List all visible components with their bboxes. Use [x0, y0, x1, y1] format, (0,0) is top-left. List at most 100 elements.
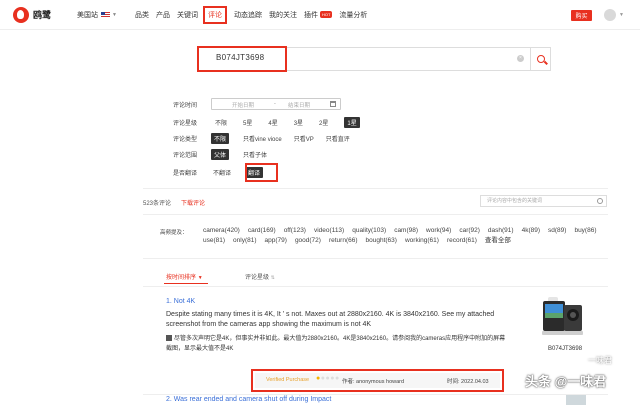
keyword-chip[interactable]: only(81) [233, 236, 256, 245]
divider [143, 188, 608, 189]
review-title[interactable]: 2. Was rear ended and camera shut off du… [166, 396, 331, 403]
filter-time-row: 评论时间 [173, 98, 205, 110]
top-nav-bar: 鸥鹭 美国站 ▼ 品类 产品 关键词 评论 动态追踪 我的关注 插件 HOT 流… [0, 0, 640, 30]
star-option-3[interactable]: 3星 [294, 118, 303, 127]
type-option-vp[interactable]: 只看VP [294, 134, 314, 143]
keyword-chip[interactable]: 4k(89) [522, 226, 540, 235]
site-label: 美国站 [77, 11, 98, 19]
divider [143, 214, 608, 215]
flip-option-none[interactable]: 不翻译 [213, 168, 231, 177]
star-option-1[interactable]: 1星 [344, 116, 360, 128]
product-image[interactable] [540, 295, 585, 337]
nav-keyword[interactable]: 关键词 [177, 10, 198, 20]
translate-icon [166, 335, 172, 341]
nav-product[interactable]: 产品 [156, 10, 170, 20]
type-option-direct[interactable]: 只看直评 [326, 134, 350, 143]
filter-type-label: 评论类型 [173, 136, 198, 143]
keyword-chip[interactable]: video(113) [314, 226, 344, 235]
keyword-chip[interactable]: quality(103) [352, 226, 386, 235]
buy-button[interactable]: 购买 [571, 10, 592, 21]
nav-plugin[interactable]: 插件 HOT [303, 10, 333, 20]
chevron-down-icon[interactable]: ▼ [619, 12, 624, 18]
download-link[interactable]: 下载评论 [181, 198, 205, 207]
translate-highlight-box [245, 163, 278, 182]
view-all-keywords-link[interactable]: 查看全部 [485, 236, 511, 245]
filter-range-row: 评论范围 父体 只看子体 [173, 148, 283, 160]
nav-following[interactable]: 我的关注 [269, 10, 297, 20]
search-icon[interactable] [597, 198, 603, 204]
filter-time-label: 评论时间 [173, 102, 198, 109]
review-body: Despite stating many times it is 4K, It … [166, 311, 495, 328]
search-input[interactable]: B074JT3698 [216, 53, 264, 62]
keyword-chip[interactable]: cam(98) [394, 226, 418, 235]
keyword-chip[interactable]: car(92) [459, 226, 480, 235]
keyword-chip[interactable]: work(94) [426, 226, 451, 235]
keyword-chip[interactable]: use(81) [203, 236, 225, 245]
star-option-4[interactable]: 4星 [268, 118, 277, 127]
filter-flip-label: 是否翻译 [173, 170, 198, 177]
review-title[interactable]: 1. Not 4K [166, 298, 195, 305]
main-nav: 品类 产品 关键词 评论 动态追踪 我的关注 插件 HOT 流量分析 [135, 5, 374, 24]
hot-badge: HOT [319, 11, 333, 18]
star-option-5[interactable]: 5星 [243, 118, 252, 127]
filter-star-row: 评论星级 不限 5星 4星 3星 2星 1星 [173, 116, 374, 128]
date-separator: - [274, 101, 276, 107]
divider [143, 258, 608, 259]
keyword-chip[interactable]: card(169) [248, 226, 276, 235]
clear-icon[interactable]: × [517, 55, 524, 62]
sort-by-star-label: 评论星级 [245, 275, 270, 281]
filter-star-label: 评论星级 [173, 120, 198, 127]
date-range-picker[interactable]: 开始日期 - 结束日期 [211, 98, 341, 110]
review-translation: 尽管多次声明它是4K，但事实并非如此。最大值为2880x2160。4K是3840… [166, 334, 511, 354]
brand-name: 鸥鹭 [33, 10, 52, 20]
star-option-any[interactable]: 不限 [215, 118, 227, 127]
filter-type-row: 评论类型 不限 只看vine vioce 只看VP 只看直评 [173, 132, 366, 144]
nav-plugin-label: 插件 [303, 11, 318, 19]
site-selector[interactable]: 美国站 ▼ [77, 10, 117, 20]
keyword-chip[interactable]: working(61) [405, 236, 439, 245]
keyword-label: 高频提及： [160, 230, 188, 236]
watermark: 头条 @一味君 [525, 374, 607, 389]
type-option-any[interactable]: 不限 [211, 132, 230, 144]
date-start-input[interactable]: 开始日期 [232, 101, 254, 109]
range-option-parent[interactable]: 父体 [211, 148, 230, 160]
bird-logo-icon [13, 6, 29, 23]
nav-traffic[interactable]: 流量分析 [339, 10, 367, 20]
sort-by-star-tab[interactable]: 评论星级 ⇅ [245, 272, 275, 281]
watermark-logo: 一味君 [588, 356, 612, 365]
review-keyword-input[interactable]: 评论内容中包含的关键词 [480, 195, 607, 207]
search-button[interactable] [530, 47, 551, 71]
nav-category[interactable]: 品类 [135, 10, 149, 20]
range-option-child[interactable]: 只看子体 [243, 150, 267, 159]
keyword-list: camera(420) card(169) off(123) video(113… [203, 226, 607, 245]
type-option-vine[interactable]: 只看vine vioce [243, 134, 282, 143]
star-option-2[interactable]: 2星 [319, 118, 328, 127]
review-translation-text: 尽管多次声明它是4K，但事实并非如此。最大值为2880x2160。4K是3840… [166, 336, 506, 352]
brand-logo[interactable]: 鸥鹭 [13, 6, 77, 23]
keyword-chip[interactable]: camera(420) [203, 226, 240, 235]
divider [143, 286, 608, 287]
date-end-input[interactable]: 结束日期 [288, 101, 310, 109]
product-asin: B074JT3698 [548, 346, 583, 352]
nav-review[interactable]: 评论 [202, 5, 227, 24]
keyword-chip[interactable]: bought(63) [366, 236, 397, 245]
nav-tracking[interactable]: 动态追踪 [234, 10, 262, 20]
filter-range-label: 评论范围 [173, 152, 198, 159]
keyword-chip[interactable]: return(66) [329, 236, 358, 245]
sort-by-time-label: 按时间排序 [166, 275, 197, 281]
sort-by-time-tab[interactable]: 按时间排序 ▼ [166, 272, 203, 281]
keyword-chip[interactable]: good(72) [295, 236, 321, 245]
review-author: 作者: anonymous howard [342, 379, 405, 385]
keyword-chip[interactable]: buy(86) [574, 226, 596, 235]
divider [143, 394, 608, 395]
user-avatar[interactable] [604, 9, 616, 21]
chevron-down-icon: ▼ [112, 11, 117, 18]
keyword-chip[interactable]: sd(89) [548, 226, 566, 235]
review-time: 时间: 2022.04.03 [447, 379, 489, 385]
keyword-chip[interactable]: dash(91) [488, 226, 514, 235]
keyword-chip[interactable]: app(79) [265, 236, 287, 245]
result-count: 523条评论 [143, 201, 172, 207]
keyword-chip[interactable]: off(123) [284, 226, 306, 235]
product-image[interactable] [566, 395, 586, 405]
keyword-chip[interactable]: record(61) [447, 236, 477, 245]
